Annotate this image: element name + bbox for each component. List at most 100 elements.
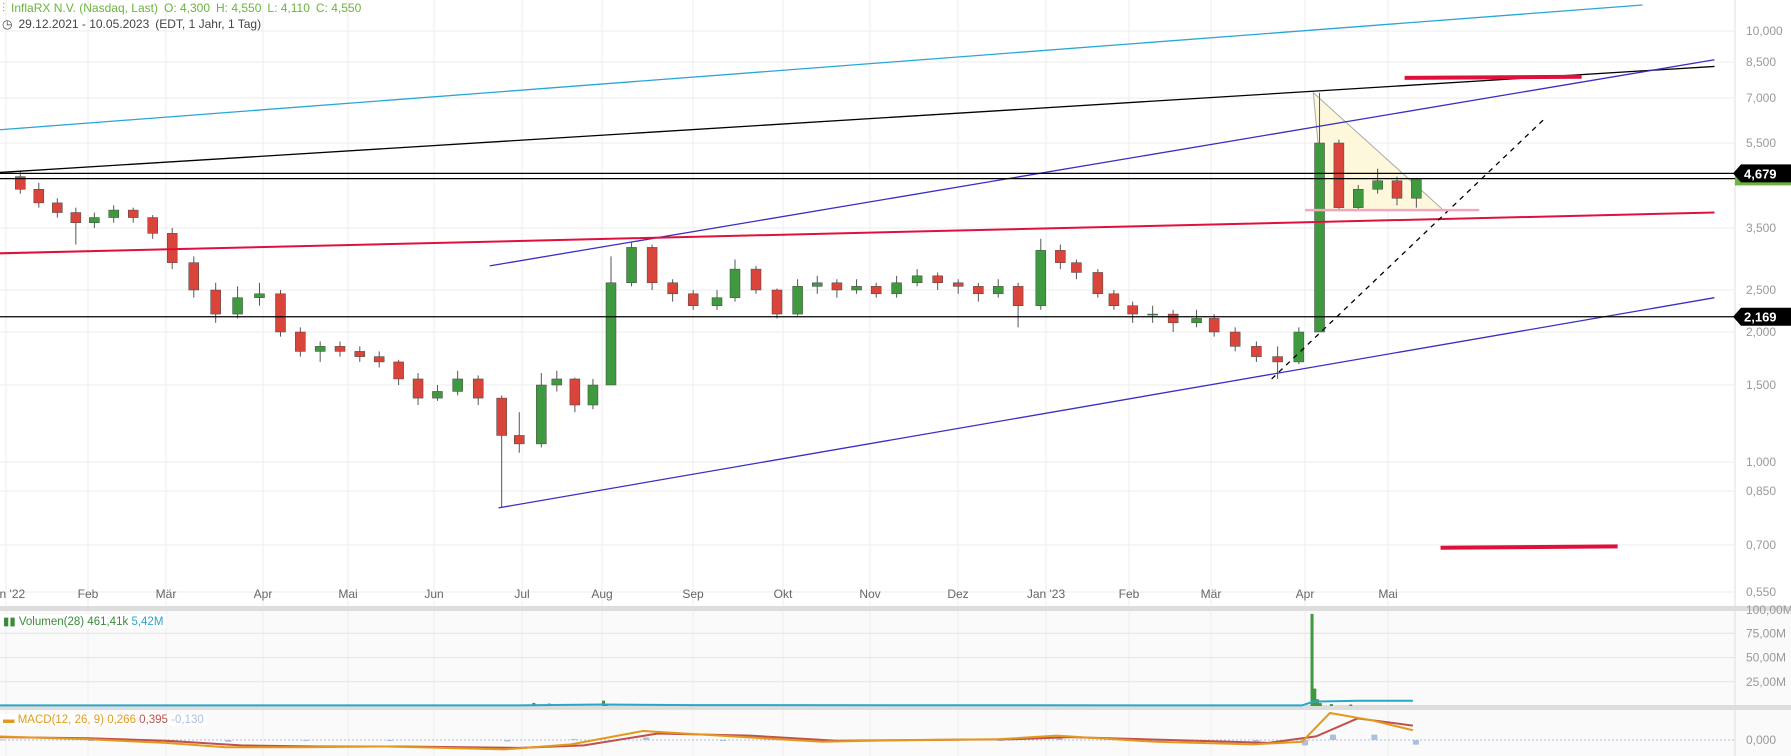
- macd-tick-label: 0,000: [1746, 733, 1776, 747]
- macd-panel: [0, 710, 1791, 756]
- candle: [275, 293, 286, 333]
- x-tick-label: Feb: [78, 587, 99, 601]
- x-tick-label: Okt: [774, 587, 793, 601]
- y-tick-label: 3,500: [1746, 221, 1776, 235]
- low-value: L: 4,110: [267, 1, 310, 15]
- clock-icon: ◷: [2, 17, 13, 31]
- candle: [1012, 286, 1024, 306]
- x-tick-label: Mai: [338, 587, 357, 601]
- candle: [1411, 178, 1422, 199]
- candle: [295, 331, 306, 352]
- candle: [1147, 313, 1158, 316]
- y-tick-label: 0,850: [1746, 484, 1776, 498]
- candle: [373, 356, 385, 363]
- volume-legend[interactable]: ▮▮ Volumen(28) 461,41k 5,42M: [0, 614, 167, 628]
- macd-histogram-bar: [643, 737, 650, 740]
- candle: [667, 282, 678, 295]
- candle: [108, 209, 119, 218]
- candle: [1229, 331, 1241, 347]
- x-tick-label: Jul: [514, 587, 529, 601]
- y-tick-label: 7,000: [1746, 91, 1776, 105]
- close-value: C: 4,550: [315, 1, 362, 15]
- candle: [33, 189, 45, 204]
- panel-separator: [0, 606, 1791, 611]
- macd-legend[interactable]: ▬ MACD(12, 26, 9) 0,266 0,395 -0,130: [0, 714, 207, 726]
- candle: [210, 289, 221, 315]
- y-tick-label: 8,500: [1746, 55, 1776, 69]
- date-range-text: 29.12.2021 - 10.05.2023: [18, 17, 150, 31]
- x-tick-label: Mär: [156, 587, 177, 601]
- dashed-trendline: [1271, 117, 1547, 380]
- macd-histogram-bar: [1253, 740, 1260, 742]
- histogram-value: -0,130: [171, 714, 204, 726]
- x-tick-label: Apr: [254, 587, 273, 601]
- candle: [587, 384, 599, 406]
- volume-tick-label: 100,00M: [1746, 603, 1791, 617]
- y-tick-label: 0,700: [1746, 538, 1776, 552]
- triangle-drawing: [1312, 91, 1445, 211]
- volume-bar: [1310, 613, 1314, 706]
- volume-bar: [1329, 704, 1333, 706]
- candle: [1127, 305, 1138, 315]
- candle: [393, 361, 404, 380]
- candle: [1208, 318, 1220, 333]
- volume-tick-label: 50,00M: [1746, 651, 1786, 665]
- candle: [514, 435, 525, 445]
- bar-chart-icon: ▮▮: [3, 616, 16, 628]
- candle: [911, 275, 923, 284]
- price-label: 2,169: [1744, 310, 1777, 325]
- macd-histogram-bar: [386, 740, 393, 741]
- candle: [831, 282, 843, 291]
- macd-value: 0,266: [107, 714, 136, 726]
- stock-chart[interactable]: 10,000 8,500 7,000 5,500 3,500 2,500 2,000 1,50…: [0, 0, 1791, 756]
- macd-name: MACD(12, 26, 9): [17, 714, 104, 726]
- candle: [536, 384, 547, 445]
- instrument-title: InflaRX N.V. (Nasdaq, Last): [11, 1, 158, 15]
- candle: [626, 247, 637, 284]
- candle: [551, 378, 563, 386]
- x-tick-label: Dez: [947, 587, 968, 601]
- macd-histogram-bar: [1412, 740, 1419, 745]
- candle: [1272, 356, 1283, 363]
- candle: [314, 346, 326, 352]
- candle: [1092, 272, 1104, 295]
- candle: [432, 391, 443, 399]
- candle: [334, 346, 346, 352]
- candle: [1035, 250, 1047, 306]
- price-label: 4,679: [1744, 166, 1777, 181]
- candle: [932, 275, 943, 284]
- macd-histogram-bar: [720, 740, 726, 741]
- open-value: O: 4,300: [163, 1, 211, 15]
- volume-bar: [1316, 699, 1320, 706]
- candle: [354, 351, 366, 357]
- candle: [452, 378, 463, 392]
- candle: [992, 286, 1004, 295]
- volume-name: Volumen(28): [18, 616, 85, 628]
- chart-header: ⫶ InflaRX N.V. (Nasdaq, Last) O: 4,300 H: 4…: [2, 1, 367, 16]
- volume-tick-label: 25,00M: [1746, 675, 1786, 689]
- candle: [1293, 331, 1305, 363]
- candle: [232, 297, 243, 315]
- macd-histogram-bar: [1329, 734, 1336, 740]
- x-tick-label: Jan '23: [1027, 587, 1066, 601]
- y-tick-label: 10,000: [1746, 24, 1783, 38]
- volume-bar: [1349, 704, 1353, 706]
- candle: [750, 268, 762, 291]
- candle: [1055, 250, 1066, 263]
- candle: [1071, 262, 1082, 273]
- candle: [166, 233, 178, 263]
- candle: [412, 378, 424, 399]
- macd-histogram-bar: [571, 738, 578, 740]
- candle: [496, 397, 507, 436]
- candle: [771, 289, 783, 315]
- candle: [851, 286, 862, 291]
- candle: [952, 282, 964, 287]
- volume-tick-label: 75,00M: [1746, 626, 1786, 640]
- macd-histogram-bar: [504, 740, 511, 742]
- x-tick-label: Nov: [859, 587, 880, 601]
- x-tick-label: Mär: [1201, 587, 1222, 601]
- y-tick-label: 2,500: [1746, 283, 1776, 297]
- line-trendline: [489, 59, 1715, 267]
- high-value: H: 4,550: [216, 1, 262, 15]
- candle: [147, 217, 158, 234]
